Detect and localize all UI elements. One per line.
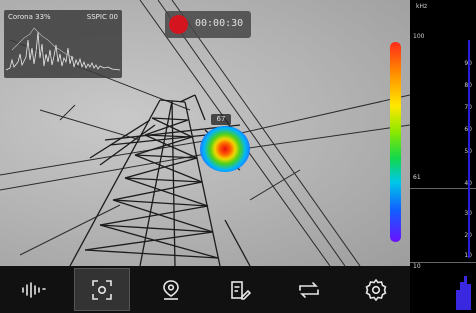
audio-wave-icon xyxy=(22,281,46,298)
camera-view[interactable]: Corona 33% SSPIC 00 00:00:30 67 xyxy=(0,0,410,266)
spectrum-divider xyxy=(410,188,476,189)
spectrum-top-label: 100 xyxy=(413,33,425,40)
intensity-color-scale xyxy=(390,42,401,242)
location-pin-icon xyxy=(163,279,179,300)
switch-button[interactable] xyxy=(281,268,337,311)
detection-label: 67 xyxy=(211,114,231,125)
bottom-toolbar xyxy=(0,266,410,313)
spectrum-bottom-label: 10 xyxy=(413,263,421,270)
audio-button[interactable] xyxy=(6,268,62,311)
capture-focus-icon xyxy=(92,279,112,300)
spectrum-unit-label: kHz xyxy=(416,3,428,10)
corona-camera-app: Corona 33% SSPIC 00 00:00:30 67 kHz 100 … xyxy=(0,0,476,313)
recording-indicator[interactable]: 00:00:30 xyxy=(165,11,251,38)
recording-timer: 00:00:30 xyxy=(195,18,244,29)
spectrum-marker-label: 61 xyxy=(413,174,421,181)
settings-button[interactable] xyxy=(348,268,404,311)
spectrum-side-panel: kHz 100 90 80 70 60 50 40 61 30 20 10 10 xyxy=(410,0,476,313)
report-button[interactable] xyxy=(212,268,268,311)
gear-icon xyxy=(365,278,387,301)
record-button[interactable] xyxy=(169,15,188,34)
location-button[interactable] xyxy=(143,268,199,311)
corona-heat-spot[interactable] xyxy=(200,126,250,172)
edit-report-icon xyxy=(231,280,251,300)
ultrasound-waveform-panel: Corona 33% SSPIC 00 xyxy=(4,10,122,78)
spectrum-histogram xyxy=(456,276,471,310)
swap-arrows-icon xyxy=(299,281,319,298)
waveform-plot xyxy=(5,27,121,71)
capture-button[interactable] xyxy=(74,268,130,311)
spectrum-level-bar xyxy=(468,40,470,258)
